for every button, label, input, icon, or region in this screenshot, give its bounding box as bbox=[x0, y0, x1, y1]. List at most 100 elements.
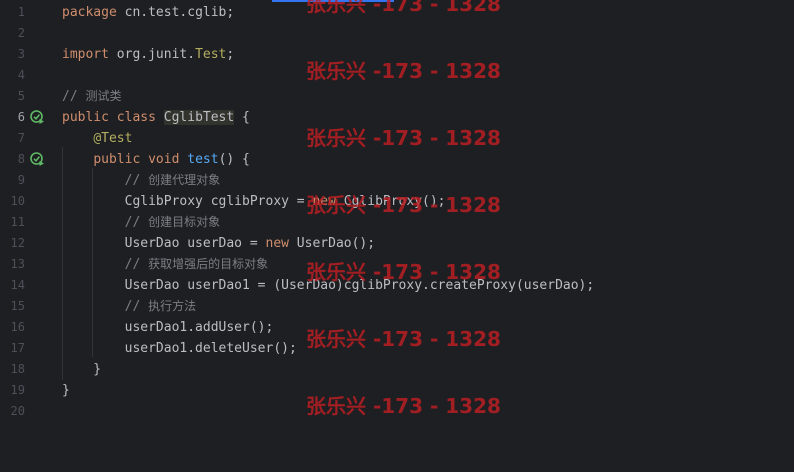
gutter-line[interactable]: 18 bbox=[0, 359, 56, 380]
code-token: void bbox=[148, 152, 180, 167]
code-line[interactable]: import org.junit.Test; bbox=[62, 44, 234, 65]
gutter-line[interactable]: 13 bbox=[0, 254, 56, 275]
line-number: 17 bbox=[10, 341, 25, 355]
line-number: 8 bbox=[17, 152, 25, 166]
gutter-line[interactable]: 11 bbox=[0, 212, 56, 233]
code-token: org.junit. bbox=[108, 47, 196, 62]
line-number: 1 bbox=[17, 5, 25, 19]
code-line[interactable]: @Test bbox=[62, 128, 132, 149]
code-line[interactable]: CglibProxy cglibProxy = new CglibProxy()… bbox=[62, 191, 446, 212]
code-token: CglibProxy(); bbox=[335, 194, 446, 209]
code-token: // bbox=[124, 173, 149, 188]
gutter-line[interactable]: 7 bbox=[0, 128, 56, 149]
gutter-line[interactable]: 1 bbox=[0, 2, 56, 23]
code-token: UserDao(); bbox=[288, 236, 376, 251]
gutter-line[interactable]: 8 bbox=[0, 149, 56, 170]
code-token: } bbox=[62, 383, 70, 398]
code-line[interactable]: // 执行方法 bbox=[62, 296, 197, 317]
code-line[interactable]: userDao1.deleteUser(); bbox=[62, 338, 297, 359]
gutter-line[interactable]: 6 bbox=[0, 107, 56, 128]
code-line[interactable]: } bbox=[62, 359, 101, 380]
code-token: class bbox=[116, 110, 156, 125]
line-number: 15 bbox=[10, 299, 25, 313]
code-token: UserDao userDao1 = (UserDao)cglibProxy.c… bbox=[62, 278, 595, 293]
run-test-icon[interactable] bbox=[30, 110, 45, 125]
gutter-line[interactable]: 19 bbox=[0, 380, 56, 401]
line-number: 4 bbox=[17, 68, 25, 82]
gutter-line[interactable]: 3 bbox=[0, 44, 56, 65]
code-token: UserDao userDao = bbox=[62, 236, 266, 251]
code-line[interactable]: // 测试类 bbox=[62, 86, 122, 107]
code-area[interactable]: package cn.test.cglib; import org.junit.T… bbox=[56, 0, 794, 472]
code-token: import bbox=[62, 47, 109, 62]
code-token: ; bbox=[226, 47, 235, 62]
code-token: // bbox=[124, 299, 149, 314]
gutter-line[interactable]: 10 bbox=[0, 191, 56, 212]
gutter-line[interactable]: 16 bbox=[0, 317, 56, 338]
gutter-line[interactable]: 2 bbox=[0, 23, 56, 44]
code-token: 获取增强后的目标对象 bbox=[148, 257, 269, 271]
line-number: 18 bbox=[10, 362, 25, 376]
code-line[interactable]: userDao1.addUser(); bbox=[62, 317, 274, 338]
line-number: 7 bbox=[17, 131, 25, 145]
code-token: public bbox=[93, 152, 141, 167]
code-token: CglibProxy cglibProxy = bbox=[62, 194, 313, 209]
code-line[interactable]: public void test() { bbox=[62, 149, 250, 170]
line-number: 3 bbox=[17, 47, 25, 61]
code-token: 创建目标对象 bbox=[148, 215, 221, 229]
code-line[interactable]: // 创建代理对象 bbox=[62, 170, 221, 191]
line-number: 12 bbox=[10, 236, 25, 250]
code-token: CglibTest bbox=[163, 110, 235, 125]
code-token: new bbox=[312, 194, 336, 209]
code-line[interactable]: UserDao userDao1 = (UserDao)cglibProxy.c… bbox=[62, 275, 595, 296]
gutter-line[interactable]: 4 bbox=[0, 65, 56, 86]
gutter-line[interactable]: 5 bbox=[0, 86, 56, 107]
gutter-line[interactable]: 14 bbox=[0, 275, 56, 296]
code-token: () { bbox=[218, 152, 250, 167]
code-token: 创建代理对象 bbox=[148, 173, 221, 187]
line-number-gutter[interactable]: 1 2 3 4 5 6 7 8 9 10 11 12 13 14 15 16 17 18 19 20 bbox=[0, 0, 56, 472]
line-number: 20 bbox=[10, 404, 25, 418]
code-token: Test bbox=[195, 47, 227, 62]
code-token: 执行方法 bbox=[148, 299, 197, 313]
code-line[interactable]: public class CglibTest { bbox=[62, 107, 250, 128]
code-editor[interactable]: 1 2 3 4 5 6 7 8 9 10 11 12 13 14 15 16 17 18 19 20 package … bbox=[0, 0, 794, 472]
run-test-icon[interactable] bbox=[30, 152, 45, 167]
line-number: 2 bbox=[17, 26, 25, 40]
line-number: 13 bbox=[10, 257, 25, 271]
gutter-line[interactable]: 12 bbox=[0, 233, 56, 254]
code-token: cn.test.cglib; bbox=[116, 5, 235, 20]
code-line[interactable]: } bbox=[62, 380, 70, 401]
line-number: 9 bbox=[17, 173, 25, 187]
code-token: userDao1.addUser(); bbox=[62, 320, 274, 335]
line-number: 6 bbox=[17, 110, 25, 124]
line-number: 19 bbox=[10, 383, 25, 397]
code-line[interactable]: package cn.test.cglib; bbox=[62, 2, 234, 23]
code-token: @Test bbox=[93, 131, 133, 146]
code-line[interactable]: // 获取增强后的目标对象 bbox=[62, 254, 269, 275]
code-token: // bbox=[124, 257, 149, 272]
gutter-line[interactable]: 20 bbox=[0, 401, 56, 422]
code-token: // bbox=[62, 89, 86, 104]
line-number: 5 bbox=[17, 89, 25, 103]
line-number: 16 bbox=[10, 320, 25, 334]
code-line[interactable]: UserDao userDao = new UserDao(); bbox=[62, 233, 375, 254]
gutter-line[interactable]: 9 bbox=[0, 170, 56, 191]
code-token: package bbox=[62, 5, 117, 20]
code-line[interactable]: // 创建目标对象 bbox=[62, 212, 221, 233]
code-token: // bbox=[124, 215, 149, 230]
gutter-line[interactable]: 17 bbox=[0, 338, 56, 359]
code-token: { bbox=[234, 110, 250, 125]
code-token: test bbox=[187, 152, 219, 167]
gutter-line[interactable]: 15 bbox=[0, 296, 56, 317]
code-token: public bbox=[62, 110, 109, 125]
